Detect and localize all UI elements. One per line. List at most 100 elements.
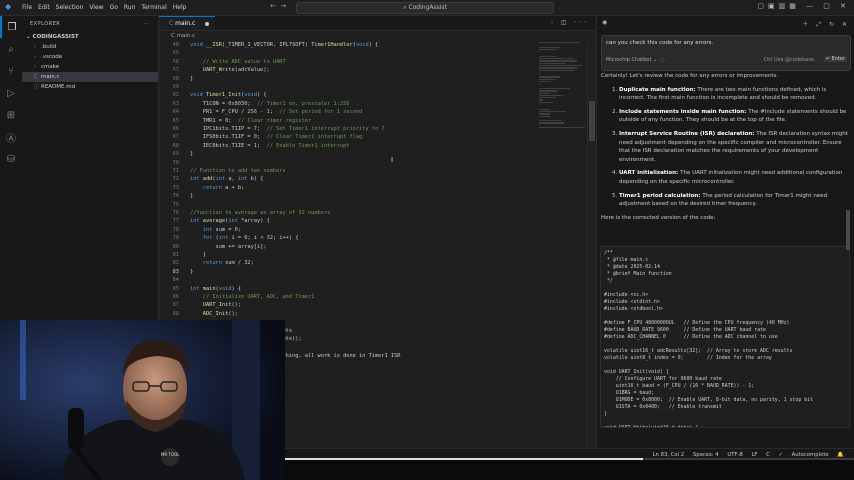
- chat-question[interactable]: can you check this code for any errors.: [606, 40, 713, 46]
- minimap-line: [539, 90, 557, 92]
- line-number: 48: [172, 42, 179, 48]
- code-line[interactable]: for (int i = 0; i < 32; i++) {: [190, 235, 299, 241]
- code-line[interactable]: UART_Write(adcValue);: [190, 67, 270, 73]
- chat-scrollbar[interactable]: [846, 210, 850, 250]
- ai-assistant-icon[interactable]: Ⓐ: [0, 126, 22, 148]
- minimap-line: [539, 110, 567, 113]
- chevron-right-icon: ›: [34, 63, 36, 70]
- minimap-line: [539, 94, 563, 97]
- chat-input[interactable]: can you check this code for any errors. …: [601, 35, 851, 71]
- menu-view[interactable]: View: [89, 4, 109, 11]
- code-line[interactable]: // Initialize UART, ADC, and Timer1: [190, 294, 315, 300]
- code-line[interactable]: }: [190, 193, 193, 199]
- enter-button[interactable]: ↵ Enter: [823, 56, 847, 62]
- minimap-line: [539, 81, 551, 83]
- more-actions-icon[interactable]: ···: [144, 21, 150, 27]
- code-line[interactable]: void Timer1_Init(void) {: [190, 92, 267, 98]
- chat-logo-icon: ◉: [602, 19, 608, 26]
- tree-item-main-c[interactable]: Cmain.c: [22, 72, 158, 82]
- command-center[interactable]: ⌕ CodingAssist: [296, 2, 554, 14]
- video-bottom-band: [285, 460, 854, 480]
- chat-header-actions[interactable]: ＋ ⤢ ↻ ✕: [802, 19, 850, 29]
- code-line[interactable]: PR1 = F_CPU / 256 - 1; // Set period for…: [190, 109, 363, 115]
- minimap-line: [539, 48, 557, 51]
- code-line[interactable]: ADC_Init();: [190, 311, 238, 317]
- minimap-line: [539, 120, 562, 122]
- code-line[interactable]: return sum / 32;: [190, 260, 254, 266]
- code-line[interactable]: int add(int a, int b) {: [190, 176, 263, 182]
- code-line[interactable]: sum += array[i];: [190, 244, 267, 250]
- menu-file[interactable]: File: [22, 4, 38, 11]
- code-line[interactable]: //function to average an array of 32 num…: [190, 210, 330, 216]
- line-number: 59: [172, 84, 179, 90]
- source-control-icon[interactable]: ⑂: [0, 60, 22, 82]
- minimap-line: [539, 69, 574, 71]
- breadcrumb[interactable]: C main.c: [159, 31, 595, 41]
- line-number: 62: [172, 92, 179, 99]
- code-line[interactable]: }: [190, 76, 193, 82]
- workspace-root[interactable]: ⌄ CODINGASSIST: [22, 32, 158, 42]
- line-number: 88: [172, 310, 179, 317]
- code-line[interactable]: IFS0bits.T1IF = 0; // Clear Timer1 inter…: [190, 134, 362, 140]
- menu-terminal[interactable]: Terminal: [141, 4, 172, 11]
- unsaved-dot-icon[interactable]: [205, 22, 209, 26]
- editor-scrollbar[interactable]: [587, 41, 596, 461]
- chat-code-block[interactable]: /** * @file main.c * @date 2025-02-14 * …: [600, 246, 850, 428]
- code-line[interactable]: void __ISR(_TIMER_1_VECTOR, IPL7SOFT) Ti…: [190, 42, 378, 48]
- minimap-line: [539, 51, 540, 53]
- minimap-line: [539, 99, 543, 101]
- menu-selection[interactable]: Selection: [56, 4, 90, 11]
- chat-answer: Certainly! Let's review the code for any…: [601, 72, 849, 222]
- line-number: 75: [172, 201, 179, 208]
- database-icon[interactable]: ⛁: [0, 148, 22, 170]
- code-line[interactable]: IEC0bits.T1IE = 1; // Enable Timer1 inte…: [190, 143, 350, 149]
- menu-bar: File Edit Selection View Go Run Terminal…: [22, 4, 192, 11]
- tab-label: main.c: [175, 20, 196, 27]
- search-icon[interactable]: ⌕: [0, 38, 22, 60]
- code-line[interactable]: int sum = 0;: [190, 227, 241, 233]
- line-number: 78: [172, 226, 179, 233]
- line-number: 77: [172, 218, 179, 225]
- tree-item-readme[interactable]: ⓘ README.md: [22, 82, 158, 92]
- vscode-logo-icon: ◆: [5, 2, 12, 11]
- tree-item-cmake[interactable]: › cmake: [22, 62, 158, 72]
- minimap-line: [539, 62, 566, 64]
- minimap-line: [539, 55, 556, 58]
- minimap[interactable]: [539, 41, 587, 161]
- code-line[interactable]: }: [190, 269, 193, 275]
- tree-item-vscode[interactable]: › .vscode: [22, 52, 158, 62]
- line-number: 86: [172, 294, 179, 300]
- menu-run[interactable]: Run: [124, 4, 142, 11]
- menu-help[interactable]: Help: [173, 4, 193, 11]
- code-line[interactable]: }: [190, 252, 206, 258]
- extensions-icon[interactable]: ⊞: [0, 104, 22, 126]
- run-debug-icon[interactable]: ▷: [0, 82, 22, 104]
- model-selector[interactable]: Microchip Chatbot ⌄ ◌: [606, 57, 665, 63]
- code-line[interactable]: int average(int *array) {: [190, 218, 270, 224]
- menu-edit[interactable]: Edit: [38, 4, 56, 11]
- tree-item-build[interactable]: › .build: [22, 42, 158, 52]
- code-line[interactable]: int main(void) {: [190, 286, 241, 292]
- minimap-line: [539, 60, 577, 62]
- code-line[interactable]: // Function to add two numbers: [190, 168, 286, 174]
- code-line[interactable]: T1CON = 0x8030; // Timer1 on, prescaler …: [190, 101, 350, 107]
- window-controls[interactable]: ▢▣▥▦ — ▢ ✕: [757, 2, 850, 10]
- line-number: 72: [172, 176, 179, 183]
- minimap-line: [539, 92, 551, 94]
- code-line[interactable]: TMR1 = 0; // Clear timer register: [190, 118, 311, 124]
- tab-main-c[interactable]: C main.c: [159, 16, 215, 30]
- explorer-icon[interactable]: ❐: [0, 16, 22, 38]
- code-line[interactable]: }: [190, 151, 193, 157]
- code-line[interactable]: UART_Init();: [190, 302, 241, 308]
- code-line[interactable]: // Write ADC value to UART: [190, 59, 286, 65]
- code-line[interactable]: return a + b;: [190, 185, 244, 191]
- menu-go[interactable]: Go: [110, 4, 124, 11]
- tree-item-label: .build: [41, 43, 57, 50]
- tree-item-label: README.md: [41, 83, 76, 90]
- scrollbar-thumb[interactable]: [589, 101, 595, 141]
- minimap-line: [539, 58, 574, 60]
- webcam-overlay: MR TOOL: [0, 320, 285, 480]
- editor-actions[interactable]: ⫶ ◫ ···: [551, 19, 589, 27]
- code-line[interactable]: IPC1bits.T1IP = 7; // Set Timer1 interru…: [190, 126, 385, 132]
- nav-arrows[interactable]: ← →: [270, 2, 286, 10]
